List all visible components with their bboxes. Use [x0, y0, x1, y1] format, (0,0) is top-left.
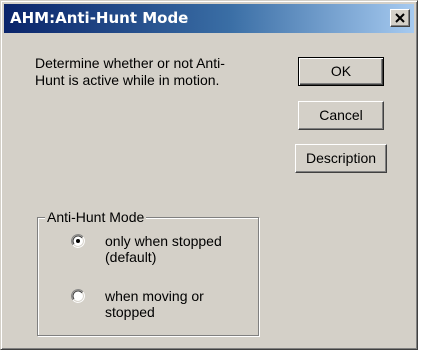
radio-selected-icon: [71, 234, 85, 248]
radio-unselected-icon: [71, 289, 85, 303]
title-bar[interactable]: AHM:Anti-Hunt Mode: [4, 4, 414, 33]
radio-label-only-when-stopped: only when stopped (default): [105, 233, 222, 265]
radio-label-when-moving-or-stopped: when moving or stopped: [105, 288, 204, 320]
description-button[interactable]: Description: [295, 144, 387, 173]
ok-button[interactable]: OK: [298, 57, 384, 86]
cancel-button[interactable]: Cancel: [298, 101, 384, 130]
close-button[interactable]: [390, 9, 410, 27]
close-icon: [395, 13, 405, 23]
window-title: AHM:Anti-Hunt Mode: [10, 9, 189, 27]
group-label: Anti-Hunt Mode: [45, 209, 147, 225]
dialog-window: AHM:Anti-Hunt Mode Determine whether or …: [0, 0, 418, 350]
description-text: Determine whether or not Anti- Hunt is a…: [35, 55, 225, 88]
